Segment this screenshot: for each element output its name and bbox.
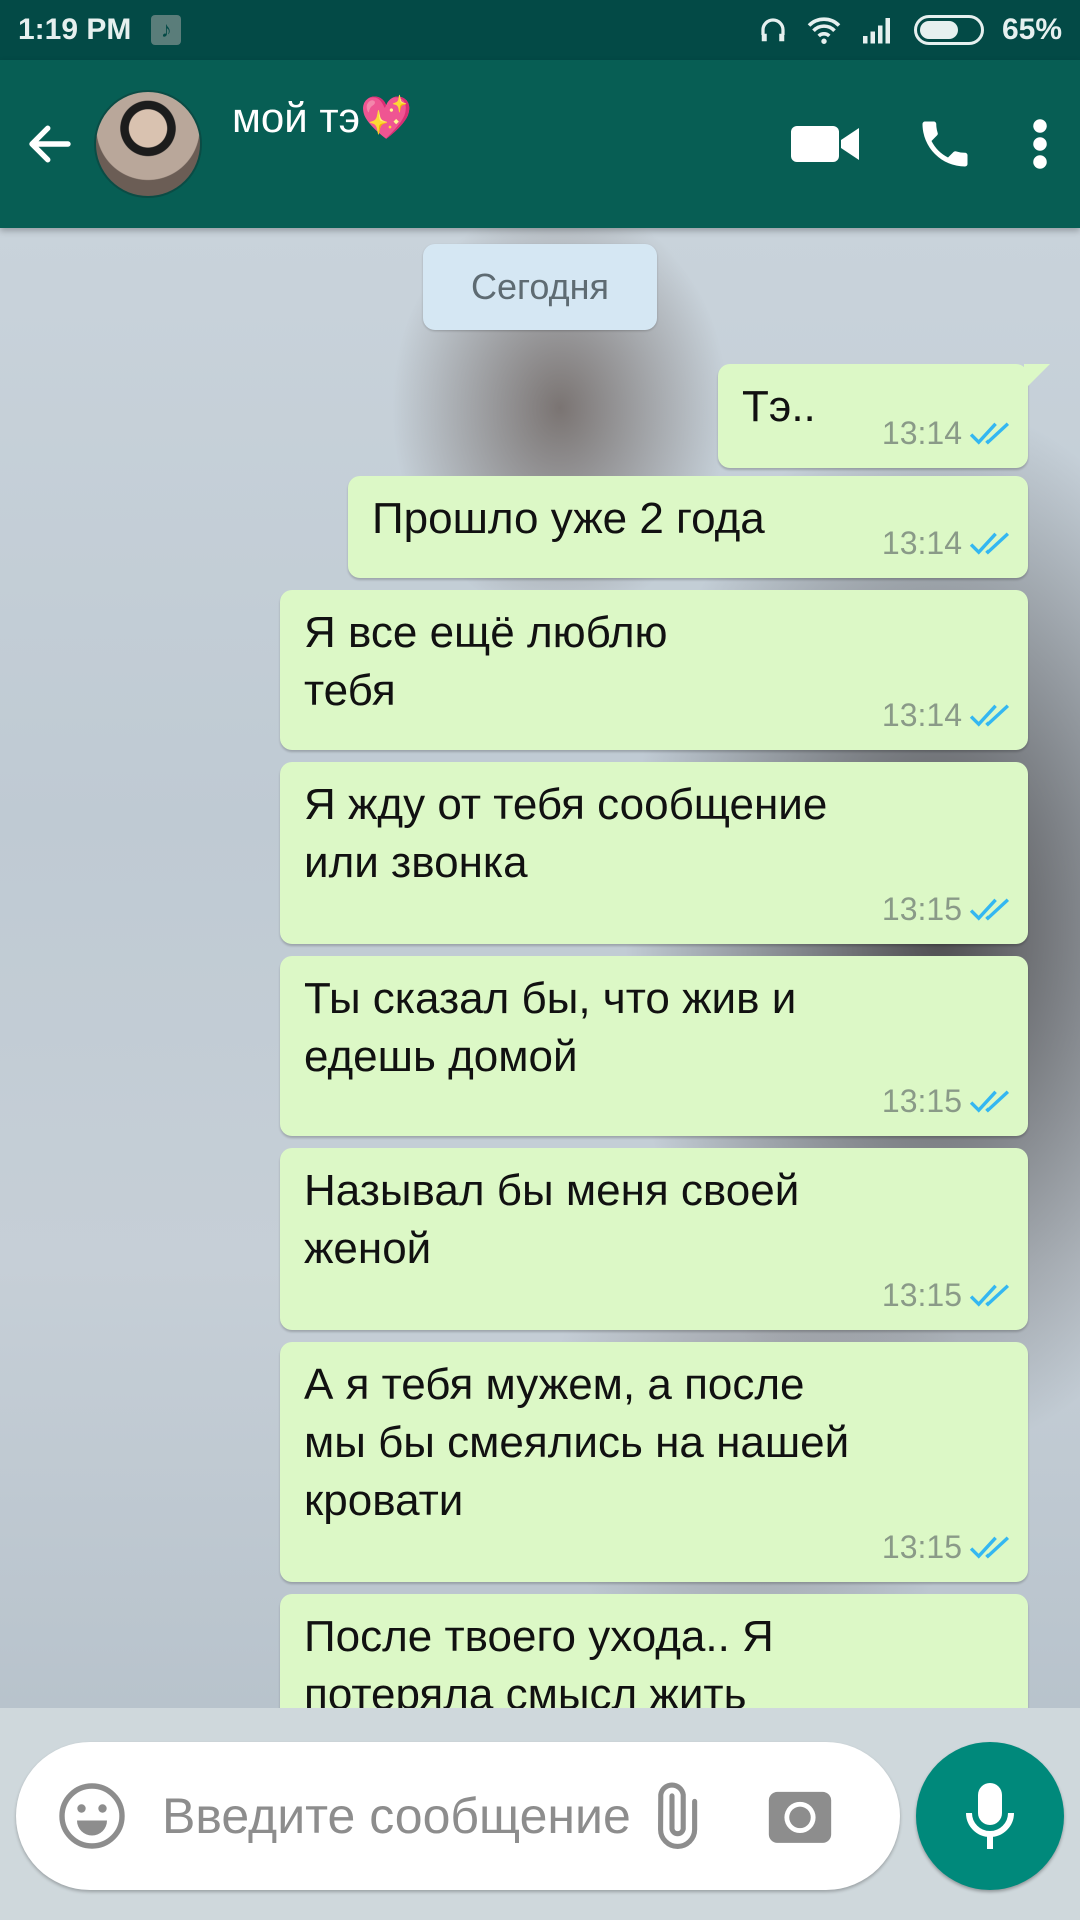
message-bubble[interactable]: Ты сказал бы, что жив и едешь домой 13:1… — [280, 956, 1028, 1136]
chat-area[interactable]: Сегодня Тэ.. 13:14 Прошло уже 2 года 13:… — [0, 228, 1080, 1708]
message-text: Называл бы меня своей женой — [304, 1166, 800, 1273]
message-time: 13:15 — [881, 891, 962, 927]
message-text: А я тебя мужем, а после мы бы смеялись н… — [304, 1360, 850, 1525]
double-check-icon — [969, 422, 1010, 445]
video-call-icon[interactable] — [780, 99, 870, 189]
double-check-icon — [969, 704, 1010, 727]
camera-icon[interactable] — [760, 1776, 840, 1856]
message-time: 13:14 — [881, 415, 962, 451]
message-bubble[interactable]: Я жду от тебя сообщение или звонка 13:15 — [280, 762, 1028, 944]
message-bubble[interactable]: Называл бы меня своей женой 13:15 — [280, 1148, 1028, 1330]
message-bubble[interactable]: Я все ещё люблю тебя 13:14 — [280, 590, 1028, 750]
message-text: После твоего ухода.. Я потеряла смысл жи… — [304, 1612, 774, 1708]
signal-icon — [862, 18, 890, 44]
message-meta: 13:15 — [882, 1072, 1014, 1130]
mic-button[interactable] — [916, 1742, 1064, 1890]
message-meta: 13:15 — [882, 1518, 1014, 1576]
status-icons: 65% — [758, 13, 1062, 47]
date-chip: Сегодня — [423, 244, 657, 330]
header-actions — [750, 99, 1080, 189]
message-meta: 13:15 — [882, 880, 1014, 938]
message-meta: 13:15 — [882, 1266, 1014, 1324]
back-arrow-icon[interactable] — [10, 104, 90, 184]
message-bubble[interactable]: После твоего ухода.. Я потеряла смысл жи… — [280, 1594, 1028, 1708]
message-input[interactable] — [162, 1787, 662, 1845]
compose-bar — [16, 1742, 900, 1890]
message-text: Я жду от тебя сообщение или звонка — [304, 780, 828, 887]
paperclip-icon[interactable] — [634, 1776, 714, 1856]
status-time: 1:19 PM — [18, 13, 132, 46]
double-check-icon — [969, 1284, 1010, 1307]
message-time: 13:14 — [881, 697, 962, 733]
avatar[interactable] — [94, 90, 202, 198]
battery-level — [919, 21, 958, 39]
phone-icon[interactable] — [900, 99, 990, 189]
contact-name[interactable]: мой тэ💖 — [232, 94, 412, 143]
double-check-icon — [969, 1536, 1010, 1559]
message-bubble[interactable]: А я тебя мужем, а после мы бы смеялись н… — [280, 1342, 1028, 1582]
message-time: 13:15 — [881, 1083, 962, 1119]
message-time: 13:15 — [881, 1277, 962, 1313]
more-vert-icon[interactable] — [1010, 99, 1070, 189]
message-bubble[interactable]: Тэ.. 13:14 — [718, 364, 1050, 468]
double-check-icon — [969, 898, 1010, 921]
tiktok-icon: ♪ — [151, 15, 182, 45]
battery-percent: 65% — [1001, 13, 1062, 46]
chat-header: мой тэ💖 — [0, 60, 1080, 228]
emoji-icon[interactable] — [52, 1776, 132, 1856]
status-bar: 1:19 PM ♪ 65% — [0, 0, 1080, 60]
message-meta: 13:14 — [882, 514, 1014, 572]
wifi-icon — [807, 17, 841, 44]
headphones-icon — [761, 18, 785, 42]
message-bubble[interactable]: Прошло уже 2 года 13:14 — [348, 476, 1028, 578]
mic-icon — [966, 1783, 1014, 1849]
message-meta: 13:14 — [882, 404, 1014, 462]
double-check-icon — [969, 1090, 1010, 1113]
message-text: Ты сказал бы, что жив и едешь домой — [304, 974, 797, 1081]
battery-icon — [913, 15, 984, 45]
message-time: 13:14 — [881, 525, 962, 561]
double-check-icon — [969, 532, 1010, 555]
message-time: 13:15 — [881, 1529, 962, 1565]
message-meta: 13:14 — [882, 686, 1014, 744]
